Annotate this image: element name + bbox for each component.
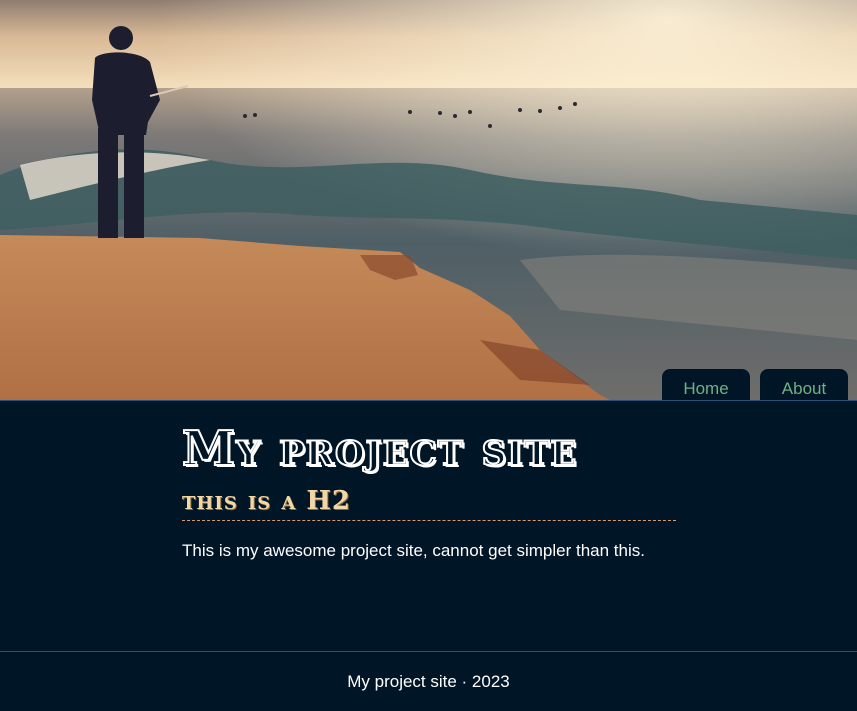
site-title: My project site — [181, 420, 578, 478]
footer-text: My project site · 2023 — [347, 671, 510, 691]
header-divider — [0, 400, 857, 401]
hero-photo-illustration — [0, 0, 857, 400]
hero-image: Home About — [0, 0, 857, 400]
nav-tab-about[interactable]: About — [760, 369, 848, 400]
main-content: My project site this is a H2 This is my … — [181, 418, 676, 563]
section-heading: this is a H2 — [182, 486, 676, 521]
footer: My project site · 2023 — [0, 652, 857, 711]
main-nav: Home About — [662, 369, 848, 400]
intro-paragraph: This is my awesome project site, cannot … — [182, 541, 645, 560]
nav-tab-home[interactable]: Home — [662, 369, 750, 400]
